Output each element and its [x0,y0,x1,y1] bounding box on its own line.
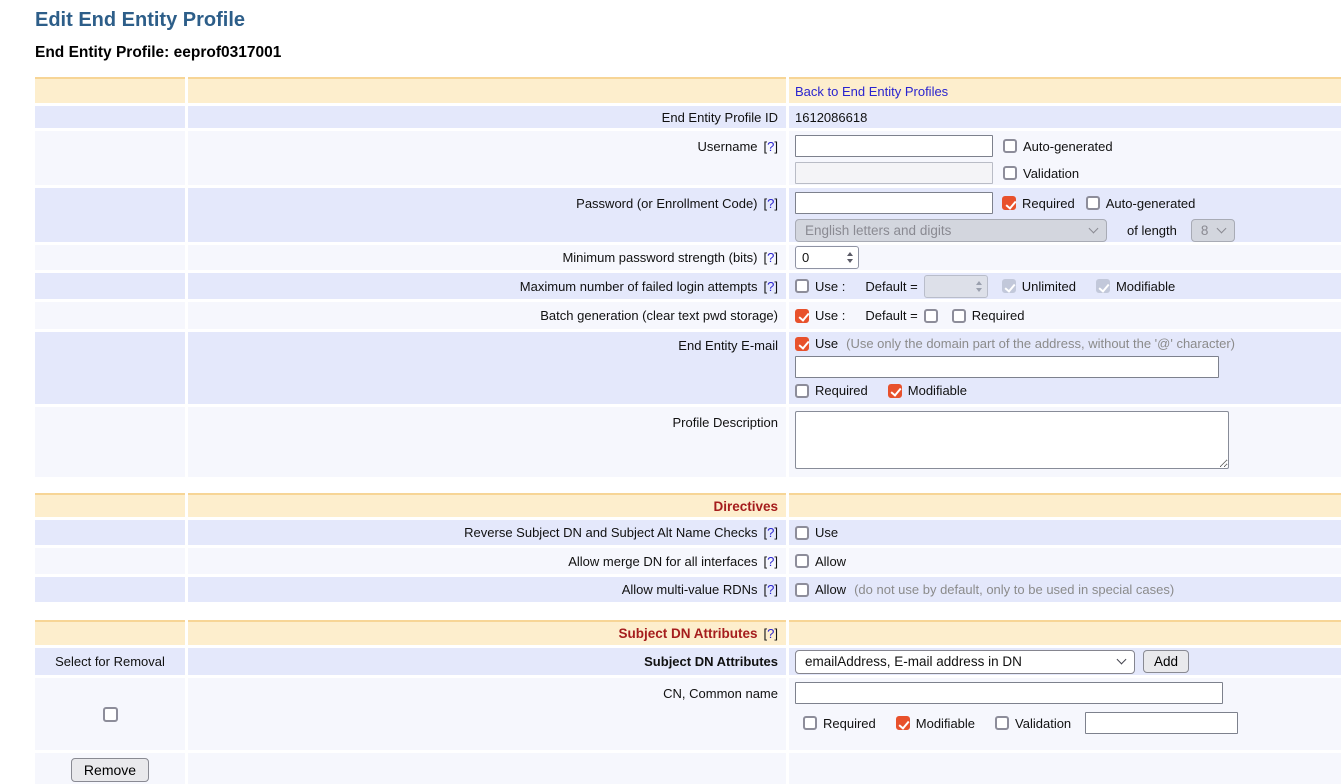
username-input[interactable] [795,135,993,157]
max-failed-help: [?] [764,279,778,294]
header-cell-empty [35,77,185,103]
batch-generation-label: Batch generation (clear text pwd storage… [188,302,786,329]
subject-dn-help: [?] [764,626,778,641]
password-help: [?] [764,196,778,211]
profile-name-heading: End Entity Profile: eeprof0317001 [35,44,1341,62]
cn-modifiable-checkbox[interactable] [896,716,910,730]
header-cell-back: Back to End Entity Profiles [789,77,1341,103]
description-label: Profile Description [188,407,786,477]
add-button[interactable]: Add [1143,650,1189,673]
multi-value-allow-option: Allow [795,582,846,597]
password-label: Password (or Enrollment Code) [?] [188,188,786,242]
email-note: (Use only the domain part of the address… [846,336,1235,351]
merge-dn-label: Allow merge DN for all interfaces [?] [188,548,786,574]
password-charset-select[interactable]: English letters and digits [795,219,1107,242]
password-auto-generated-checkbox[interactable] [1086,196,1100,210]
spinner-arrows-icon[interactable] [847,252,853,263]
password-length-select[interactable]: 8 [1191,219,1235,242]
cn-value-input[interactable] [795,682,1223,704]
multi-value-note: (do not use by default, only to be used … [854,582,1174,597]
email-use-option: Use [795,336,838,351]
header-cell-empty [188,77,786,103]
dn-attribute-select[interactable]: emailAddress, E-mail address in DN [795,650,1135,674]
username-validation-checkbox[interactable] [1003,166,1017,180]
username-help: [?] [764,139,778,154]
cn-modifiable-option: Modifiable [896,716,975,731]
batch-required-option: Required [952,308,1025,323]
max-failed-default-spinner[interactable] [924,275,988,298]
cn-required-checkbox[interactable] [803,716,817,730]
batch-required-checkbox[interactable] [952,309,966,323]
remove-button[interactable]: Remove [71,758,149,782]
email-modifiable-checkbox[interactable] [888,384,902,398]
email-modifiable-option: Modifiable [888,383,967,398]
username-label: Username [?] [188,131,786,185]
username-auto-generated-option: Auto-generated [1003,139,1113,154]
max-failed-modifiable-checkbox [1096,279,1110,293]
cn-validation-input[interactable] [1085,712,1238,734]
profile-description-textarea[interactable] [795,411,1229,469]
cn-label: CN, Common name [188,678,786,750]
directives-table: Directives Reverse Subject DN and Subjec… [35,493,1341,602]
multi-value-allow-checkbox[interactable] [795,583,809,597]
chevron-down-icon [1089,224,1099,234]
batch-use-option: Use : [795,308,845,323]
email-label: End Entity E-mail [188,332,786,404]
profile-id-label: End Entity Profile ID [188,106,786,128]
min-strength-help: [?] [764,250,778,265]
email-required-option: Required [795,383,868,398]
password-required-option: Required [1002,196,1075,211]
subject-dn-table: Subject DN Attributes [?] Select for Rem… [35,620,1341,784]
merge-dn-allow-option: Allow [795,554,846,569]
password-auto-generated-option: Auto-generated [1086,196,1196,211]
main-profile-table: Back to End Entity Profiles End Entity P… [35,77,1341,477]
email-domain-input[interactable] [795,356,1219,378]
email-use-checkbox[interactable] [795,337,809,351]
directives-header: Directives [188,493,786,517]
multi-value-rdns-label: Allow multi-value RDNs [?] [188,577,786,602]
min-strength-spinner[interactable]: 0 [795,246,859,269]
subject-dn-attributes-label: Subject DN Attributes [188,648,786,675]
of-length-label: of length [1127,223,1177,238]
edit-end-entity-profile-page: Edit End Entity Profile End Entity Profi… [0,0,1341,784]
reverse-checks-help: [?] [764,525,778,540]
max-failed-use-checkbox[interactable] [795,279,809,293]
batch-default-checkbox[interactable] [924,309,938,323]
email-required-checkbox[interactable] [795,384,809,398]
merge-dn-allow-checkbox[interactable] [795,554,809,568]
batch-default-label: Default = [865,308,917,323]
merge-dn-help: [?] [764,554,778,569]
select-for-removal-label: Select for Removal [35,648,185,675]
max-failed-unlimited-checkbox [1002,279,1016,293]
multi-value-rdns-help: [?] [764,582,778,597]
max-failed-unlimited-option: Unlimited [1002,279,1076,294]
username-auto-generated-checkbox[interactable] [1003,139,1017,153]
subject-dn-header: Subject DN Attributes [?] [188,620,786,645]
username-validation-input[interactable] [795,162,993,184]
min-strength-label: Minimum password strength (bits) [?] [188,245,786,270]
max-failed-modifiable-option: Modifiable [1096,279,1175,294]
cn-validation-checkbox[interactable] [995,716,1009,730]
cn-validation-option: Validation [995,716,1071,731]
password-input[interactable] [795,192,993,214]
username-validation-option: Validation [1003,166,1079,181]
chevron-down-icon [1216,224,1226,234]
max-failed-default-label: Default = [865,279,917,294]
profile-id-value: 1612086618 [789,106,1341,128]
batch-use-checkbox[interactable] [795,309,809,323]
max-failed-use-option: Use : [795,279,845,294]
spinner-arrows-icon [976,281,982,292]
back-to-profiles-link[interactable]: Back to End Entity Profiles [795,84,948,99]
chevron-down-icon [1117,655,1127,665]
password-required-checkbox[interactable] [1002,196,1016,210]
page-title: Edit End Entity Profile [35,9,1341,32]
removal-select-checkbox[interactable] [103,707,118,722]
reverse-checks-use-option: Use [795,525,838,540]
reverse-checks-label: Reverse Subject DN and Subject Alt Name … [188,520,786,545]
cn-required-option: Required [803,716,876,731]
max-failed-label: Maximum number of failed login attempts … [188,273,786,299]
reverse-checks-use-checkbox[interactable] [795,526,809,540]
